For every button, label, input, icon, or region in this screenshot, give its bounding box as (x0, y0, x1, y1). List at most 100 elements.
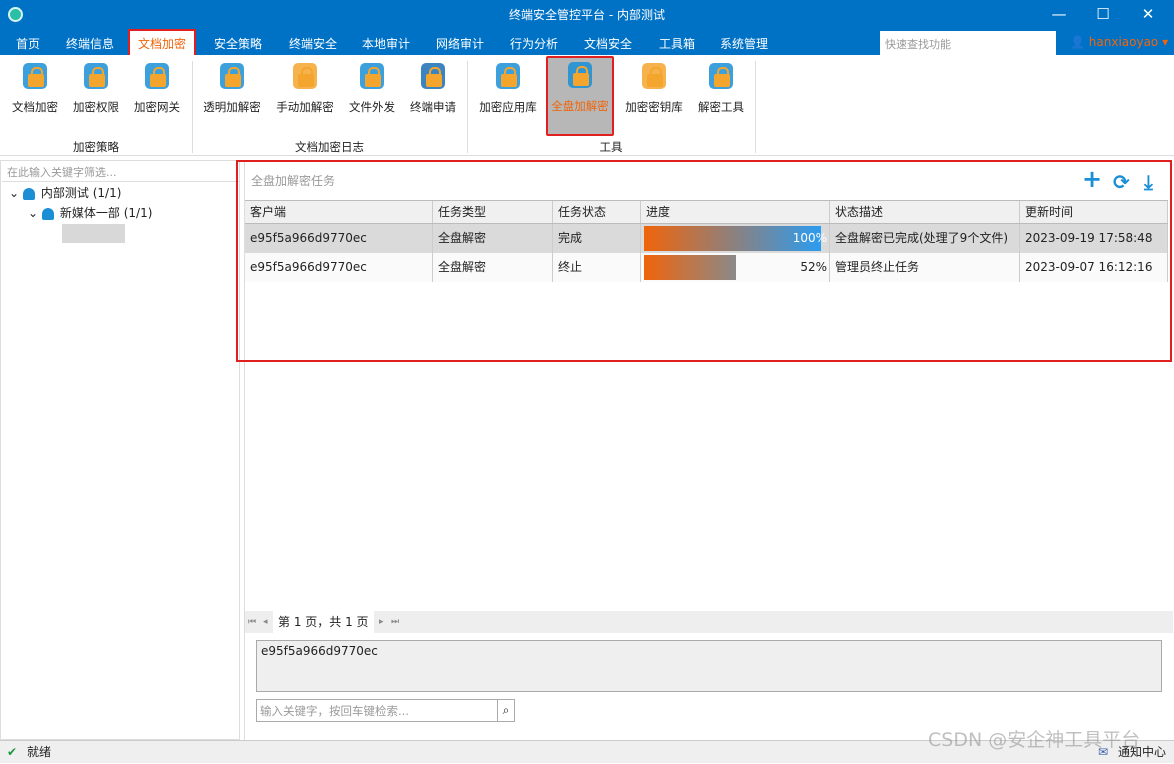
progress-bar: 100% (641, 224, 830, 253)
next-page-button[interactable]: ▸ (379, 611, 384, 633)
progress-fill (644, 255, 737, 280)
user-menu[interactable]: 👤 hanxiaoyao ▾ (1070, 35, 1168, 49)
tab-4[interactable]: 终端安全 (281, 34, 345, 55)
tree-label: 新媒体一部 (1/1) (59, 206, 153, 220)
column-header[interactable]: 任务类型 (433, 201, 553, 223)
target-lock-icon (705, 61, 737, 93)
tab-0[interactable]: 首页 (8, 34, 48, 55)
close-button[interactable]: ✕ (1133, 3, 1163, 25)
table-row[interactable]: e95f5a966d9770ec 全盘解密 完成 100% 全盘解密已完成(处理了9个文… (245, 224, 1168, 253)
sidebar: 在此输入关键字筛选... ⌄ 内部测试 (1/1) ⌄ 新媒体一部 (1/1) (0, 160, 240, 740)
tab-3[interactable]: 安全策略 (206, 34, 270, 55)
table-row[interactable]: e95f5a966d9770ec 全盘解密 终止 52% 管理员终止任务 2023-09-… (245, 253, 1168, 282)
refresh-icon[interactable]: ⟳ (1113, 170, 1130, 194)
column-header[interactable]: 更新时间 (1020, 201, 1168, 223)
download-icon[interactable]: ⤓ (1144, 170, 1153, 194)
notify-center-button[interactable]: 通知中心 (1118, 741, 1166, 764)
detail-textarea[interactable]: e95f5a966d9770ec (256, 640, 1162, 692)
column-header[interactable]: 客户端 (245, 201, 433, 223)
cell-client: e95f5a966d9770ec (245, 253, 433, 282)
cell-client: e95f5a966d9770ec (245, 224, 433, 253)
ribbon-button-2-3[interactable]: 解密工具 (687, 59, 755, 131)
tab-8[interactable]: 文档安全 (576, 34, 640, 55)
touch-icon (289, 61, 321, 93)
transparent-lock-icon (216, 61, 248, 93)
tab-7[interactable]: 行为分析 (502, 34, 566, 55)
user-request-icon (417, 61, 449, 93)
ribbon-button-label: 加密密钥库 (625, 100, 683, 114)
ribbon-button-label: 透明加解密 (203, 100, 261, 114)
cell-type: 全盘解密 (433, 253, 553, 282)
tree-label: 内部测试 (1/1) (40, 186, 122, 200)
ribbon-button-2-0[interactable]: 加密应用库 (474, 59, 542, 131)
ribbon-button-2-2[interactable]: 加密密钥库 (620, 59, 688, 131)
tab-5[interactable]: 本地审计 (354, 34, 418, 55)
ribbon-button-0-0[interactable]: 文档加密 (1, 59, 69, 131)
column-header[interactable]: 任务状态 (553, 201, 641, 223)
status-text: 就绪 (27, 745, 52, 759)
progress-label: 52% (800, 260, 827, 274)
status-bar: ✔ 就绪 CSDN @安企神工具平台 ✉ 通知中心 (0, 729, 1174, 764)
ribbon-button-label: 全盘加解密 (551, 99, 609, 113)
cell-desc: 管理员终止任务 (830, 253, 1020, 282)
chevron-down-icon: ⌄ (28, 206, 39, 220)
ribbon-button-1-2[interactable]: 文件外发 (338, 59, 406, 131)
gear-lock-icon (80, 61, 112, 93)
ribbon-button-label: 文档加密 (12, 100, 58, 114)
ribbon-group-label: 加密策略 (73, 140, 119, 154)
ribbon-button-1-0[interactable]: 透明加解密 (198, 59, 266, 131)
add-icon[interactable]: + (1082, 165, 1102, 193)
group-icon (41, 207, 54, 220)
ribbon-button-1-3[interactable]: 终端申请 (399, 59, 467, 131)
ribbon: 文档加密 加密权限 加密网关加密策略 透明加解密 手动加解密 文件外发 终端申请文档加密日志… (0, 55, 1174, 156)
ribbon-group-label: 工具 (599, 140, 623, 154)
cell-status: 终止 (553, 253, 641, 282)
ribbon-group-label: 文档加密日志 (295, 140, 364, 154)
search-icon[interactable]: ⌕ (497, 699, 515, 722)
ribbon-button-label: 加密网关 (134, 100, 180, 114)
ribbon-button-1-1[interactable]: 手动加解密 (271, 59, 339, 131)
mail-icon: ✉ (1098, 745, 1109, 759)
cell-status: 完成 (553, 224, 641, 253)
check-icon: ✔ (7, 745, 18, 759)
tab-1[interactable]: 终端信息 (58, 34, 122, 55)
ribbon-button-label: 加密应用库 (479, 100, 537, 114)
ribbon-button-label: 文件外发 (349, 100, 395, 114)
quick-search-input[interactable]: 快速查找功能 (880, 31, 1056, 55)
prev-page-button[interactable]: ◂ (263, 611, 268, 633)
ribbon-button-0-1[interactable]: 加密权限 (62, 59, 130, 131)
group-icon (22, 187, 35, 200)
tab-9[interactable]: 工具箱 (651, 34, 703, 55)
panel-title: 全盘加解密任务 (251, 174, 336, 188)
page-info: 第 1 页，共 1 页 (273, 611, 374, 633)
tab-10[interactable]: 系统管理 (712, 34, 776, 55)
last-page-button[interactable]: ⏭ (391, 611, 399, 633)
chevron-down-icon: ⌄ (9, 186, 20, 200)
user-icon: 👤 (1070, 35, 1085, 49)
ribbon-button-2-1[interactable]: 全盘加解密 (546, 56, 614, 136)
first-page-button[interactable]: ⏮ (248, 611, 256, 633)
ribbon-button-0-2[interactable]: 加密网关 (123, 59, 191, 131)
ribbon-button-label: 加密权限 (73, 100, 119, 114)
cell-type: 全盘解密 (433, 224, 553, 253)
maximize-button[interactable]: ☐ (1088, 3, 1118, 25)
cell-time: 2023-09-07 16:12:16 (1020, 253, 1168, 282)
ribbon-button-label: 终端申请 (410, 100, 456, 114)
ribbon-button-label: 手动加解密 (276, 100, 334, 114)
tree-node-root[interactable]: ⌄ 内部测试 (1/1) (9, 184, 121, 201)
search-input[interactable]: 输入关键字，按回车键检索... (256, 699, 498, 722)
disk-lock-icon (564, 60, 596, 92)
sidebar-filter-input[interactable]: 在此输入关键字筛选... (2, 162, 239, 182)
pager: ⏮ ◂ 第 1 页，共 1 页 ▸ ⏭ (245, 611, 1173, 633)
column-header[interactable]: 状态描述 (830, 201, 1020, 223)
column-header[interactable]: 进度 (641, 201, 830, 223)
tab-6[interactable]: 网络审计 (428, 34, 492, 55)
ribbon-button-label: 解密工具 (698, 100, 744, 114)
tree-node-dept[interactable]: ⌄ 新媒体一部 (1/1) (28, 204, 152, 221)
tab-2[interactable]: 文档加密 (128, 29, 197, 55)
minimize-button[interactable]: — (1044, 3, 1074, 25)
folder-send-icon (356, 61, 388, 93)
tree-node-redacted[interactable] (62, 224, 125, 243)
cell-time: 2023-09-19 17:58:48 (1020, 224, 1168, 253)
watermark: CSDN @安企神工具平台 (928, 729, 1141, 751)
